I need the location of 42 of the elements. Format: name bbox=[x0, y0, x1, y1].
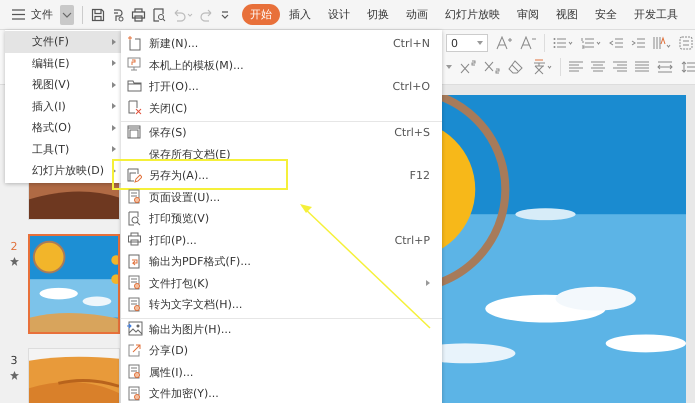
menu-item[interactable]: 另存为(A)... F12 bbox=[121, 165, 442, 186]
menu-item[interactable]: 保存所有文档(E) bbox=[121, 144, 442, 165]
menu-item[interactable]: 打印(P)... Ctrl+P bbox=[121, 230, 442, 251]
menu-item[interactable]: 格式(O) bbox=[5, 117, 121, 138]
menu-item[interactable]: 打印预览(V) bbox=[121, 208, 442, 230]
ribbon-tab[interactable]: 幻灯片放映 bbox=[437, 4, 508, 25]
shortcut-label: Ctrl+S bbox=[394, 126, 430, 140]
menu-item[interactable]: 关闭(C) bbox=[121, 98, 442, 119]
ribbon-tab[interactable]: 视图 bbox=[548, 4, 586, 25]
shortcut-label: Ctrl+O bbox=[392, 80, 430, 94]
shortcut-label: Ctrl+N bbox=[392, 37, 430, 50]
menu-item[interactable]: 文件打包(K) bbox=[121, 272, 442, 294]
ribbon-tab[interactable]: 审阅 bbox=[509, 4, 547, 25]
shortcut-label: F12 bbox=[410, 169, 430, 182]
menu-item[interactable]: 保存(S) Ctrl+S bbox=[121, 121, 442, 144]
menu-item[interactable]: 本机上的模板(M)... bbox=[121, 54, 442, 76]
slide-number: 3 bbox=[10, 354, 18, 367]
menu-item[interactable]: 幻灯片放映(D) bbox=[5, 160, 121, 182]
font-size-field[interactable]: 0 bbox=[446, 34, 488, 52]
ribbon-tab[interactable]: 插入 bbox=[281, 4, 319, 25]
ribbon-tab[interactable]: 设计 bbox=[320, 4, 358, 25]
menu-item[interactable]: 工具(T) bbox=[5, 138, 121, 160]
shortcut-label: Ctrl+P bbox=[394, 234, 430, 247]
file-menu-label[interactable]: 文件 bbox=[31, 7, 53, 22]
menu-item[interactable]: 新建(N)... Ctrl+N bbox=[121, 33, 442, 54]
menu-item[interactable]: 文件(F) bbox=[5, 31, 121, 52]
ribbon-tab[interactable]: 安全 bbox=[587, 4, 625, 25]
menu-item[interactable]: 分享(D) bbox=[121, 340, 442, 362]
ribbon-tab[interactable]: 开发工具 bbox=[626, 4, 686, 25]
menu-item[interactable]: 页面设置(U)... bbox=[121, 186, 442, 208]
ribbon-tab[interactable]: 切换 bbox=[359, 4, 397, 25]
menu-item[interactable]: 输出为PDF格式(F)... bbox=[121, 251, 442, 272]
menu-item[interactable]: 属性(I)... bbox=[121, 362, 442, 383]
menu-item[interactable]: 转为文字文档(H)... bbox=[121, 294, 442, 316]
menu-item[interactable]: 插入(I) bbox=[5, 96, 121, 117]
menu-item[interactable]: 视图(V) bbox=[5, 74, 121, 96]
menu-item[interactable]: 文件加密(Y)... bbox=[121, 383, 442, 403]
ribbon-tab[interactable]: 动画 bbox=[398, 4, 436, 25]
menu-item[interactable]: 打开(O)... Ctrl+O bbox=[121, 76, 442, 98]
slide-number: 2 bbox=[10, 240, 18, 253]
menu-item[interactable]: 输出为图片(H)... bbox=[121, 318, 442, 340]
menu-item[interactable]: 编辑(E) bbox=[5, 52, 121, 74]
